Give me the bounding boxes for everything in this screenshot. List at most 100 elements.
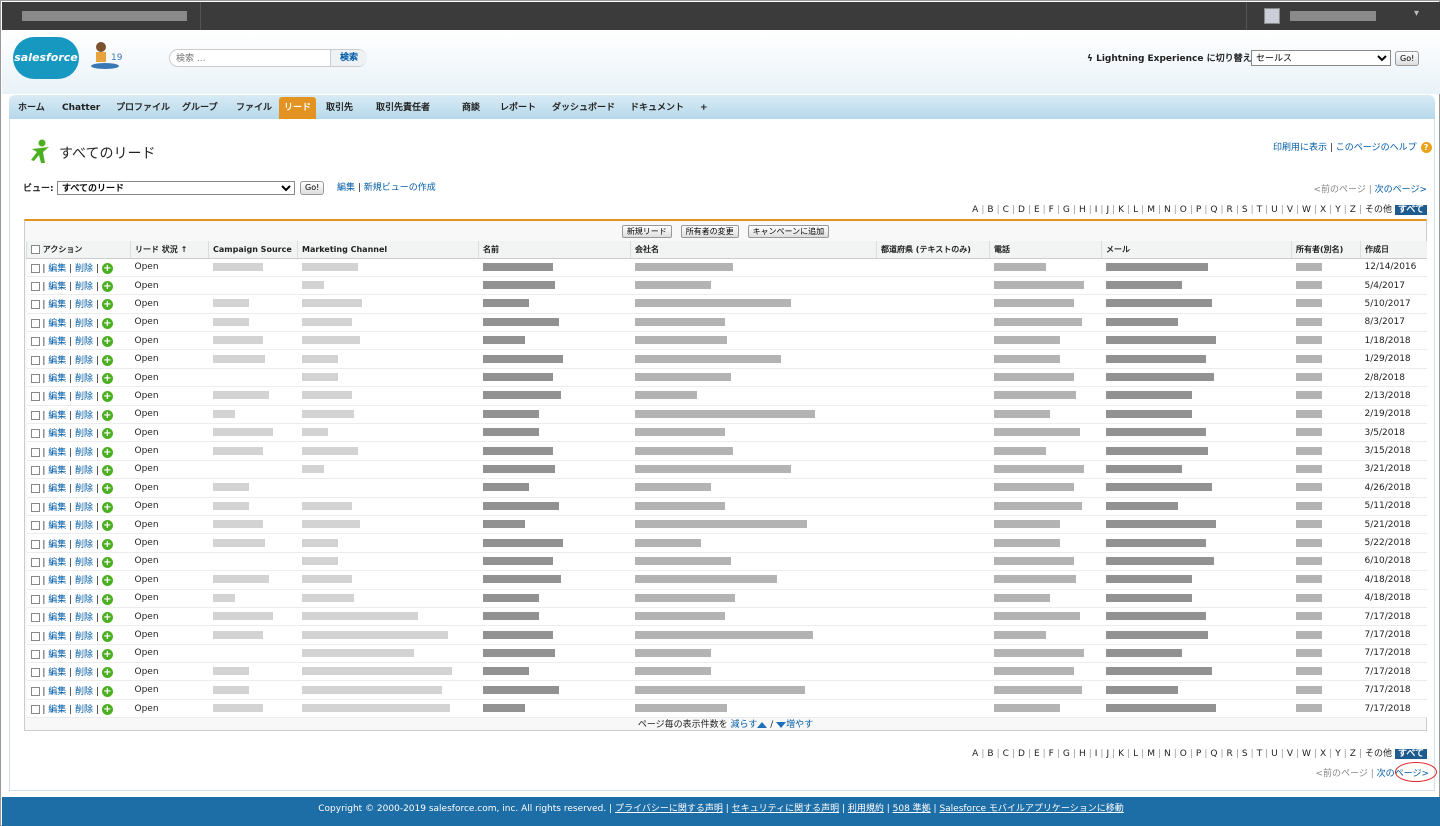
add-campaign-icon[interactable]: + bbox=[101, 538, 113, 550]
alphabet-letter-d[interactable]: D bbox=[1018, 749, 1025, 759]
owner-cell[interactable] bbox=[1291, 533, 1361, 553]
tab-leads[interactable]: リード bbox=[279, 97, 317, 119]
row-checkbox[interactable] bbox=[30, 576, 40, 586]
tab-accounts[interactable]: 取引先 bbox=[321, 99, 358, 117]
delete-row-link[interactable]: 削除 bbox=[75, 484, 93, 494]
email-cell[interactable] bbox=[1101, 313, 1292, 333]
row-checkbox[interactable] bbox=[30, 539, 40, 549]
alphabet-letter-v[interactable]: V bbox=[1287, 205, 1293, 215]
delete-row-link[interactable]: 削除 bbox=[75, 282, 93, 292]
row-checkbox[interactable] bbox=[30, 447, 40, 457]
table-row[interactable]: | 編集 | 削除 | + Open 2/8/2018 bbox=[26, 368, 1427, 388]
owner-cell[interactable] bbox=[1291, 625, 1361, 645]
company-cell[interactable] bbox=[630, 699, 877, 719]
name-cell[interactable] bbox=[478, 680, 631, 700]
table-row[interactable]: | 編集 | 削除 | + Open 8/3/2017 bbox=[26, 313, 1427, 333]
add-campaign-icon[interactable]: + bbox=[101, 391, 113, 403]
company-cell[interactable] bbox=[630, 313, 877, 333]
edit-row-link[interactable]: 編集 bbox=[48, 650, 66, 660]
alphabet-letter-q[interactable]: Q bbox=[1210, 749, 1217, 759]
edit-row-link[interactable]: 編集 bbox=[48, 448, 66, 458]
company-cell[interactable] bbox=[630, 405, 877, 425]
row-checkbox[interactable] bbox=[30, 337, 40, 347]
view-selector[interactable]: すべてのリード bbox=[57, 181, 295, 195]
alphabet-letter-r[interactable]: R bbox=[1227, 205, 1233, 215]
email-cell[interactable] bbox=[1101, 441, 1292, 461]
name-cell[interactable] bbox=[478, 349, 631, 369]
table-row[interactable]: | 編集 | 削除 | + Open 3/5/2018 bbox=[26, 423, 1427, 443]
edit-row-link[interactable]: 編集 bbox=[48, 576, 66, 586]
table-row[interactable]: | 編集 | 削除 | + Open 7/17/2018 bbox=[26, 699, 1427, 719]
name-cell[interactable] bbox=[478, 515, 631, 535]
alphabet-letter-s[interactable]: S bbox=[1242, 749, 1248, 759]
alphabet-letter-o[interactable]: O bbox=[1180, 205, 1187, 215]
alphabet-letter-a[interactable]: A bbox=[972, 749, 978, 759]
delete-row-link[interactable]: 削除 bbox=[75, 705, 93, 715]
name-cell[interactable] bbox=[478, 533, 631, 553]
tab-profile[interactable]: プロファイル bbox=[111, 99, 175, 117]
email-cell[interactable] bbox=[1101, 386, 1292, 406]
table-row[interactable]: | 編集 | 削除 | + Open 7/17/2018 bbox=[26, 644, 1427, 664]
alphabet-letter-d[interactable]: D bbox=[1018, 205, 1025, 215]
add-campaign-icon[interactable]: + bbox=[101, 667, 113, 679]
compliance-link[interactable]: 508 準拠 bbox=[893, 804, 931, 814]
name-cell[interactable] bbox=[478, 589, 631, 608]
company-cell[interactable] bbox=[630, 497, 877, 516]
table-row[interactable]: | 編集 | 削除 | + Open 4/18/2018 bbox=[26, 589, 1427, 608]
edit-row-link[interactable]: 編集 bbox=[48, 521, 66, 531]
add-campaign-icon[interactable]: + bbox=[101, 501, 113, 513]
table-row[interactable]: | 編集 | 削除 | + Open 5/10/2017 bbox=[26, 294, 1427, 314]
app-go-button[interactable]: Go! bbox=[1395, 51, 1420, 66]
delete-row-link[interactable]: 削除 bbox=[75, 521, 93, 531]
table-row[interactable]: | 編集 | 削除 | + Open 5/22/2018 bbox=[26, 533, 1427, 553]
email-cell[interactable] bbox=[1101, 699, 1292, 719]
delete-row-link[interactable]: 削除 bbox=[75, 429, 93, 439]
owner-cell[interactable] bbox=[1291, 423, 1361, 443]
alphabet-letter-z[interactable]: Z bbox=[1350, 205, 1356, 215]
edit-row-link[interactable]: 編集 bbox=[48, 429, 66, 439]
delete-row-link[interactable]: 削除 bbox=[75, 650, 93, 660]
alphabet-letter-h[interactable]: H bbox=[1079, 205, 1086, 215]
row-checkbox[interactable] bbox=[30, 668, 40, 678]
alphabet-letter-a[interactable]: A bbox=[972, 205, 978, 215]
email-cell[interactable] bbox=[1101, 423, 1292, 443]
company-cell[interactable] bbox=[630, 644, 877, 664]
privacy-link[interactable]: プライバシーに関する声明 bbox=[615, 804, 723, 814]
company-cell[interactable] bbox=[630, 607, 877, 627]
edit-row-link[interactable]: 編集 bbox=[48, 356, 66, 366]
tab-all-tabs-plus[interactable]: + bbox=[695, 99, 713, 117]
table-row[interactable]: | 編集 | 削除 | + Open 7/17/2018 bbox=[26, 680, 1427, 700]
alphabet-letter-j[interactable]: J bbox=[1106, 749, 1109, 759]
add-campaign-icon[interactable]: + bbox=[101, 409, 113, 421]
email-cell[interactable] bbox=[1101, 533, 1292, 553]
name-cell[interactable] bbox=[478, 478, 631, 498]
lightning-switch-link[interactable]: ϟ Lightning Experience に切り替え bbox=[1087, 51, 1252, 64]
company-cell[interactable] bbox=[630, 349, 877, 369]
edit-view-link[interactable]: 編集 bbox=[337, 183, 355, 193]
table-row[interactable]: | 編集 | 削除 | + Open 5/4/2017 bbox=[26, 276, 1427, 296]
edit-row-link[interactable]: 編集 bbox=[48, 392, 66, 402]
add-campaign-icon[interactable]: + bbox=[101, 648, 113, 660]
name-cell[interactable] bbox=[478, 552, 631, 572]
tab-files[interactable]: ファイル bbox=[231, 99, 277, 117]
row-checkbox[interactable] bbox=[30, 318, 40, 328]
add-campaign-icon[interactable]: + bbox=[101, 593, 113, 605]
add-campaign-icon[interactable]: + bbox=[101, 446, 113, 458]
owner-cell[interactable] bbox=[1291, 313, 1361, 333]
owner-cell[interactable] bbox=[1291, 607, 1361, 627]
edit-row-link[interactable]: 編集 bbox=[48, 687, 66, 697]
delete-row-link[interactable]: 削除 bbox=[75, 558, 93, 568]
tab-home[interactable]: ホーム bbox=[13, 99, 50, 117]
alphabet-letter-other[interactable]: その他 bbox=[1365, 749, 1392, 759]
email-cell[interactable] bbox=[1101, 497, 1292, 516]
name-cell[interactable] bbox=[478, 570, 631, 590]
col-marketing-channel[interactable]: Marketing Channel bbox=[297, 241, 479, 259]
edit-row-link[interactable]: 編集 bbox=[48, 558, 66, 568]
company-cell[interactable] bbox=[630, 294, 877, 314]
name-cell[interactable] bbox=[478, 699, 631, 719]
name-cell[interactable] bbox=[478, 331, 631, 351]
table-row[interactable]: | 編集 | 削除 | + Open 2/19/2018 bbox=[26, 405, 1427, 425]
name-cell[interactable] bbox=[478, 313, 631, 333]
company-cell[interactable] bbox=[630, 441, 877, 461]
add-campaign-icon[interactable]: + bbox=[101, 354, 113, 366]
